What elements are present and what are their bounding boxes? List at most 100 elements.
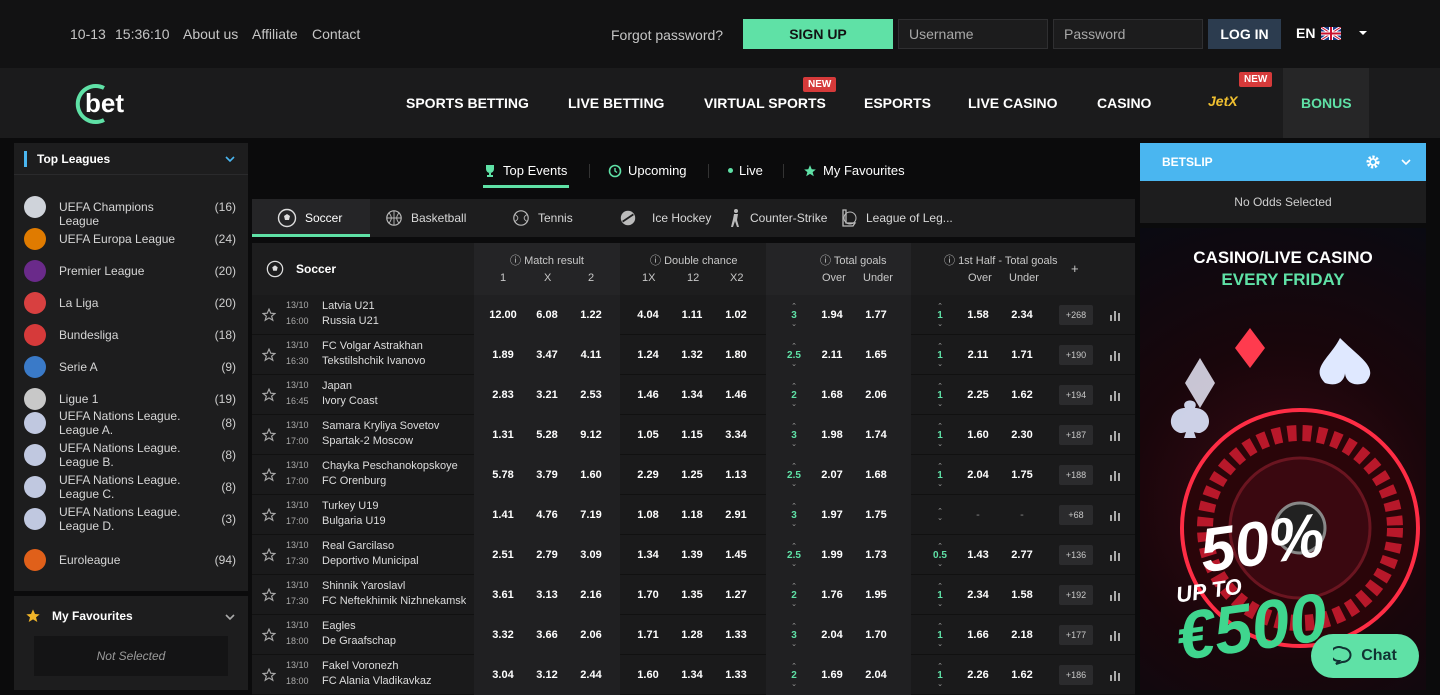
total-line-selector[interactable]: ⌃ 2.5 ⌄ — [784, 455, 804, 495]
odd-button[interactable]: 1.28 — [672, 615, 712, 655]
sport-tab-basketball[interactable]: Basketball — [385, 199, 466, 237]
odd-button[interactable]: 2.26 — [958, 655, 998, 695]
about-link[interactable]: About us — [183, 26, 238, 42]
password-input[interactable]: Password — [1053, 19, 1203, 49]
odd-button[interactable]: 2.83 — [483, 375, 523, 415]
star-icon[interactable] — [262, 308, 276, 322]
odd-button[interactable]: 2.77 — [1002, 535, 1042, 575]
total-line-selector[interactable]: ⌃ 2.5 ⌄ — [784, 335, 804, 375]
odd-button[interactable]: 3.47 — [527, 335, 567, 375]
odd-button[interactable]: 1.05 — [628, 415, 668, 455]
away-team[interactable]: FC Alania Vladikavkaz — [322, 675, 431, 687]
odd-button[interactable]: 1.95 — [856, 575, 896, 615]
half-line-selector[interactable]: ⌃ 1 ⌄ — [930, 335, 950, 375]
odd-button[interactable]: 1.33 — [716, 655, 756, 695]
odd-button[interactable]: 1.98 — [812, 415, 852, 455]
star-icon[interactable] — [262, 468, 276, 482]
more-markets-button[interactable]: +68 — [1059, 505, 1093, 525]
total-line-selector[interactable]: ⌃ 2 ⌄ — [784, 375, 804, 415]
star-icon[interactable] — [262, 548, 276, 562]
odd-button[interactable]: 1.60 — [628, 655, 668, 695]
odd-button[interactable]: 1.60 — [958, 415, 998, 455]
total-line-selector[interactable]: ⌃ 3 ⌄ — [784, 295, 804, 335]
league-item[interactable]: UEFA Nations League. League A. (8) — [14, 408, 248, 440]
home-team[interactable]: Japan — [322, 380, 352, 392]
odd-button[interactable]: 1.33 — [716, 615, 756, 655]
odd-button[interactable]: 1.74 — [856, 415, 896, 455]
odd-button[interactable]: 1.69 — [812, 655, 852, 695]
away-team[interactable]: Ivory Coast — [322, 395, 378, 407]
half-line-selector[interactable]: ⌃ ⌄ — [930, 495, 950, 535]
odd-button[interactable]: 3.21 — [527, 375, 567, 415]
odd-button[interactable]: 1.58 — [958, 295, 998, 335]
total-line-selector[interactable]: ⌃ 2 ⌄ — [784, 655, 804, 695]
odd-button[interactable]: 3.04 — [483, 655, 523, 695]
odd-button[interactable]: 2.04 — [856, 655, 896, 695]
odd-button[interactable]: 1.46 — [628, 375, 668, 415]
affiliate-link[interactable]: Affiliate — [252, 26, 298, 42]
sport-tab-soccer[interactable]: Soccer — [277, 199, 342, 237]
odd-button[interactable]: 1.02 — [716, 295, 756, 335]
odd-button[interactable]: 3.79 — [527, 455, 567, 495]
odd-button[interactable]: 2.18 — [1002, 615, 1042, 655]
sport-tab-league-of-legends[interactable]: League of Leg... — [840, 199, 953, 237]
chevron-down-icon[interactable] — [1400, 156, 1412, 168]
odd-button[interactable]: 1.31 — [483, 415, 523, 455]
nav-casino[interactable]: CASINO — [1097, 95, 1151, 111]
odd-button[interactable]: 1.94 — [812, 295, 852, 335]
odd-button[interactable]: 1.25 — [672, 455, 712, 495]
odd-button[interactable]: 1.73 — [856, 535, 896, 575]
odd-button[interactable]: 1.66 — [958, 615, 998, 655]
half-line-selector[interactable]: ⌃ 1 ⌄ — [930, 575, 950, 615]
odd-button[interactable]: 7.19 — [571, 495, 611, 535]
odd-button[interactable]: 4.11 — [571, 335, 611, 375]
odd-button[interactable]: 1.34 — [628, 535, 668, 575]
star-icon[interactable] — [262, 588, 276, 602]
odd-button[interactable]: 1.32 — [672, 335, 712, 375]
odd-button[interactable]: 1.68 — [856, 455, 896, 495]
star-icon[interactable] — [262, 428, 276, 442]
statistics-icon[interactable] — [1109, 669, 1121, 681]
odd-button[interactable]: 2.30 — [1002, 415, 1042, 455]
odd-button[interactable]: 2.06 — [856, 375, 896, 415]
odd-button[interactable]: 1.34 — [672, 375, 712, 415]
home-team[interactable]: Shinnik Yaroslavl — [322, 580, 405, 592]
odd-button[interactable]: 4.76 — [527, 495, 567, 535]
odd-button[interactable]: 2.53 — [571, 375, 611, 415]
half-line-selector[interactable]: ⌃ 1 ⌄ — [930, 295, 950, 335]
league-item[interactable]: UEFA Europa League (24) — [14, 223, 248, 255]
odd-button[interactable]: 1.99 — [812, 535, 852, 575]
more-markets-button[interactable]: +190 — [1059, 345, 1093, 365]
half-line-selector[interactable]: ⌃ 1 ⌄ — [930, 615, 950, 655]
odd-button[interactable]: 2.11 — [812, 335, 852, 375]
odd-button[interactable]: 3.13 — [527, 575, 567, 615]
league-item[interactable]: UEFA Nations League. League B. (8) — [14, 440, 248, 472]
away-team[interactable]: FC Neftekhimik Nizhnekamsk — [322, 595, 466, 607]
odd-button[interactable]: 2.44 — [571, 655, 611, 695]
odd-button[interactable]: 1.43 — [958, 535, 998, 575]
add-market-button[interactable]: + — [1071, 261, 1079, 276]
odd-button[interactable]: 1.39 — [672, 535, 712, 575]
statistics-icon[interactable] — [1109, 389, 1121, 401]
tab-upcoming[interactable]: Upcoming — [608, 163, 687, 178]
login-button[interactable]: LOG IN — [1208, 19, 1281, 49]
odd-button[interactable]: 1.75 — [856, 495, 896, 535]
username-input[interactable]: Username — [898, 19, 1048, 49]
statistics-icon[interactable] — [1109, 549, 1121, 561]
forgot-password-link[interactable]: Forgot password? — [611, 27, 723, 43]
more-markets-button[interactable]: +268 — [1059, 305, 1093, 325]
top-leagues-header[interactable]: Top Leagues — [14, 143, 248, 175]
away-team[interactable]: Russia U21 — [322, 315, 379, 327]
total-line-selector[interactable]: ⌃ 3 ⌄ — [784, 615, 804, 655]
total-line-selector[interactable]: ⌃ 2.5 ⌄ — [784, 535, 804, 575]
nav-jetx[interactable]: JetX — [1208, 93, 1238, 109]
odd-button[interactable]: 1.08 — [628, 495, 668, 535]
half-line-selector[interactable]: ⌃ 1 ⌄ — [930, 415, 950, 455]
odd-button[interactable]: 1.80 — [716, 335, 756, 375]
odd-button[interactable]: 1.41 — [483, 495, 523, 535]
odd-button[interactable]: 1.62 — [1002, 375, 1042, 415]
total-line-selector[interactable]: ⌃ 3 ⌄ — [784, 495, 804, 535]
tab-top-events[interactable]: Top Events — [483, 163, 567, 178]
away-team[interactable]: Deportivo Municipal — [322, 555, 419, 567]
statistics-icon[interactable] — [1109, 429, 1121, 441]
